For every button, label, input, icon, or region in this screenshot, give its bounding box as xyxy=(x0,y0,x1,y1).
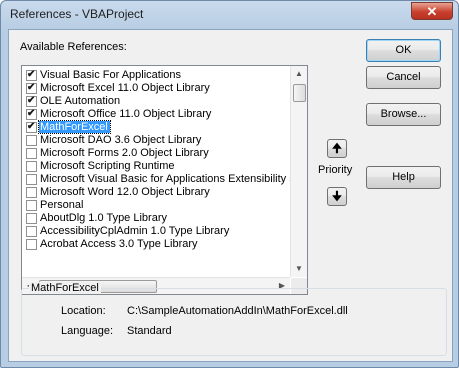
checkmark-icon: ✔ xyxy=(27,82,36,93)
priority-label: Priority xyxy=(318,164,353,176)
checkmark-icon: ✔ xyxy=(27,108,36,119)
references-list-items: ✔ Visual Basic For Applications ✔ Microsoft… xyxy=(22,69,290,276)
reference-item[interactable]: ✔ Microsoft Office 11.0 Object Library xyxy=(24,108,290,121)
reference-item[interactable]: Microsoft DAO 3.6 Object Library xyxy=(24,134,290,147)
vertical-scrollbar[interactable]: ▲ ▼ xyxy=(290,66,307,277)
reference-item[interactable]: ✔ OLE Automation xyxy=(24,95,290,108)
reference-label: AccessibilityCplAdmin 1.0 Type Library xyxy=(40,225,230,237)
reference-item[interactable]: ✔ Microsoft Excel 11.0 Object Library xyxy=(24,82,290,95)
scroll-down-button[interactable]: ▼ xyxy=(291,261,307,277)
reference-item[interactable]: Personal xyxy=(24,199,290,212)
reference-label: Microsoft Scripting Runtime xyxy=(40,160,175,172)
reference-label: Microsoft Word 12.0 Object Library xyxy=(40,186,210,198)
window-title: References - VBAProject xyxy=(10,7,144,21)
reference-checkbox[interactable]: ✔ xyxy=(26,121,37,133)
close-button[interactable]: ✕ xyxy=(411,2,453,20)
reference-item[interactable]: Microsoft Forms 2.0 Object Library xyxy=(24,147,290,160)
arrow-down-icon: 🠋 xyxy=(332,189,342,203)
reference-label: Microsoft Forms 2.0 Object Library xyxy=(40,147,209,159)
reference-checkbox[interactable] xyxy=(26,200,37,211)
location-label: Location: xyxy=(61,305,106,317)
checkmark-icon: ✔ xyxy=(27,69,36,80)
scroll-down-icon: ▼ xyxy=(295,264,303,273)
close-icon: ✕ xyxy=(426,4,438,19)
title-bar[interactable]: References - VBAProject ✕ xyxy=(1,1,458,29)
reference-label: OLE Automation xyxy=(40,95,121,107)
reference-checkbox[interactable] xyxy=(26,148,37,159)
dialog-body: Available References: ✔ Visual Basic For … xyxy=(8,29,453,362)
available-references-label: Available References: xyxy=(20,41,127,53)
reference-label: Acrobat Access 3.0 Type Library xyxy=(40,238,198,250)
reference-checkbox[interactable] xyxy=(26,187,37,198)
reference-label: Microsoft Excel 11.0 Object Library xyxy=(40,82,210,94)
reference-label: Personal xyxy=(40,199,84,211)
reference-checkbox[interactable] xyxy=(26,135,37,146)
reference-checkbox[interactable] xyxy=(26,239,37,250)
cancel-button[interactable]: Cancel xyxy=(366,66,441,89)
reference-checkbox[interactable] xyxy=(26,161,37,172)
reference-checkbox[interactable] xyxy=(26,174,37,185)
scroll-up-icon: ▲ xyxy=(295,69,303,78)
reference-details-group: MathForExcel Location: C:\SampleAutomati… xyxy=(21,282,447,356)
reference-item[interactable]: AccessibilityCplAdmin 1.0 Type Library xyxy=(24,225,290,238)
help-button[interactable]: Help xyxy=(366,166,441,189)
reference-item[interactable]: Acrobat Access 3.0 Type Library xyxy=(24,238,290,251)
reference-checkbox[interactable]: ✔ xyxy=(26,82,37,94)
reference-item[interactable]: Microsoft Visual Basic for Applications … xyxy=(24,173,290,186)
reference-label: MathForExcel xyxy=(38,120,111,134)
priority-down-button[interactable]: 🠋 xyxy=(327,187,347,206)
references-list[interactable]: ✔ Visual Basic For Applications ✔ Microsoft… xyxy=(21,65,308,295)
reference-item[interactable]: Microsoft Scripting Runtime xyxy=(24,160,290,173)
ok-button[interactable]: OK xyxy=(366,39,441,62)
reference-label: Microsoft Visual Basic for Applications … xyxy=(40,173,290,185)
checkmark-icon: ✔ xyxy=(27,95,36,106)
arrow-up-icon: 🠉 xyxy=(332,141,342,155)
reference-label: Visual Basic For Applications xyxy=(40,69,182,81)
reference-checkbox[interactable]: ✔ xyxy=(26,69,37,81)
reference-item[interactable]: ✔ Visual Basic For Applications xyxy=(24,69,290,82)
reference-checkbox[interactable]: ✔ xyxy=(26,95,37,107)
vertical-scroll-thumb[interactable] xyxy=(293,84,306,102)
browse-button[interactable]: Browse... xyxy=(366,103,441,126)
language-label: Language: xyxy=(61,325,113,337)
reference-checkbox[interactable] xyxy=(26,213,37,224)
reference-label: AboutDlg 1.0 Type Library xyxy=(40,212,167,224)
reference-checkbox[interactable] xyxy=(26,226,37,237)
reference-label: Microsoft DAO 3.6 Object Library xyxy=(40,134,202,146)
references-dialog: References - VBAProject ✕ Available Refe… xyxy=(0,0,459,368)
reference-item[interactable]: AboutDlg 1.0 Type Library xyxy=(24,212,290,225)
language-value: Standard xyxy=(127,325,172,337)
reference-checkbox[interactable]: ✔ xyxy=(26,108,37,120)
priority-up-button[interactable]: 🠉 xyxy=(327,139,347,158)
reference-item[interactable]: Microsoft Word 12.0 Object Library xyxy=(24,186,290,199)
group-title: MathForExcel xyxy=(29,282,101,294)
reference-item[interactable]: ✔ MathForExcel xyxy=(24,120,290,134)
checkmark-icon: ✔ xyxy=(27,121,36,132)
location-value: C:\SampleAutomationAddIn\MathForExcel.dl… xyxy=(127,305,348,317)
scroll-up-button[interactable]: ▲ xyxy=(291,66,307,82)
reference-label: Microsoft Office 11.0 Object Library xyxy=(40,108,212,120)
